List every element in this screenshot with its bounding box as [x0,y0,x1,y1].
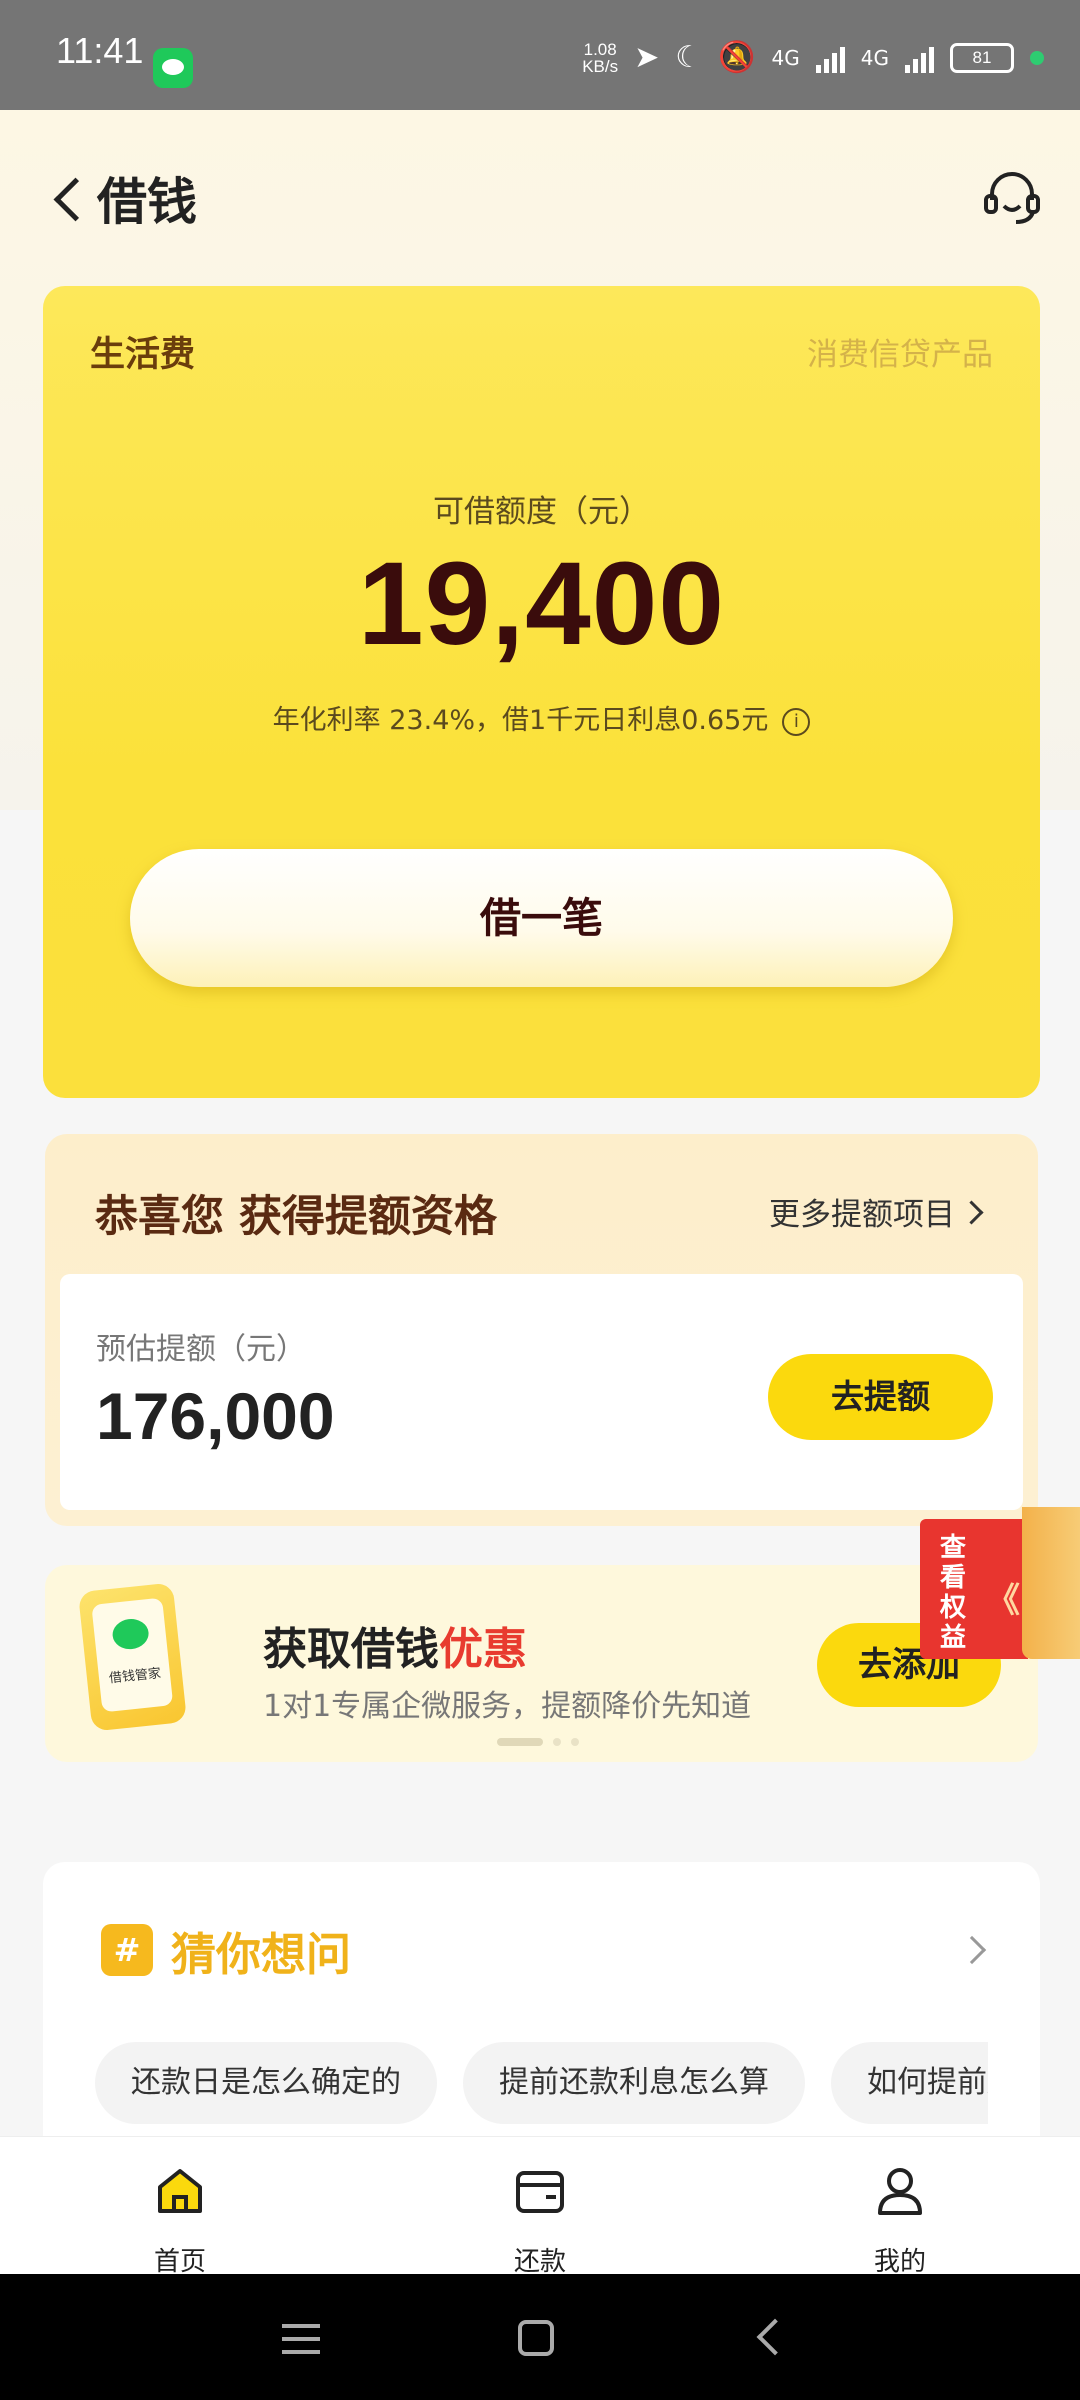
nav-label-repay: 还款 [513,2247,566,2277]
moon-icon: ☾ [675,40,703,75]
faq-title: 猜你想问 [171,1928,352,1981]
promo-banner[interactable]: 借钱管家 获取借钱优惠 1对1专属企微服务，提额降价先知道 去添加 [45,1565,1038,1762]
phone-illustration: 借钱管家 [77,1582,188,1732]
nav-label-home: 首页 [153,2247,206,2277]
status-time: 11:41 [56,30,144,71]
person-icon [878,2168,922,2215]
net-speed-unit: KB/s [582,56,619,76]
available-limit-amount: 19,400 [358,538,725,670]
system-navigation-bar [0,2274,1080,2400]
interest-rate-value: 年化利率 23.4%，借1千元日利息0.65元 [272,705,769,736]
nav-label-mine: 我的 [873,2247,926,2277]
system-back-icon[interactable] [756,2318,794,2356]
carousel-dot-active [497,1738,543,1746]
recent-apps-icon[interactable] [282,2324,320,2354]
bell-off-icon: 🔕 [718,40,756,75]
hashtag-icon: # [101,1924,153,1976]
raise-quota-button[interactable]: 去提额 [768,1354,993,1440]
privacy-dot [1030,50,1044,65]
page-header: 借钱 [0,110,1080,280]
promo-subtitle: 1对1专属企微服务，提额降价先知道 [263,1689,752,1724]
faq-chip[interactable]: 如何提前还款 [831,2042,988,2124]
quota-title: 恭喜您 获得提额资格 [95,1192,497,1242]
carousel-dot [553,1738,561,1746]
quota-increase-card: 恭喜您 获得提额资格 更多提额项目 预估提额（元） 176,000 去提额 [45,1134,1038,1526]
page-title: 借钱 [97,173,197,231]
ribbon-text: 查看权益 [940,1533,967,1653]
view-benefits-ribbon[interactable]: 查看权益 《 [920,1507,1080,1659]
carousel-indicator [497,1738,579,1746]
nav-item-home[interactable]: 首页 [80,2137,280,2277]
phone-label: 借钱管家 [108,1666,162,1687]
wallet-icon [516,2171,564,2213]
signal-2-label: 4G [860,45,889,70]
bottom-nav: 首页 还款 我的 [0,2136,1080,2277]
back-icon[interactable] [48,170,88,230]
faq-chip-list: 还款日是怎么确定的提前还款利息怎么算如何提前还款 [95,2042,988,2128]
promo-title-highlight: 优惠 [439,1624,527,1675]
signal-1-icon [815,43,845,73]
estimate-label: 预估提额（元） [96,1332,306,1367]
loan-card: 生活费 消费信贷产品 可借额度（元） 19,400 年化利率 23.4%，借1千… [43,286,1040,1098]
product-type: 消费信贷产品 [807,337,993,373]
faq-chip[interactable]: 还款日是怎么确定的 [95,2042,437,2124]
more-quota-link[interactable]: 更多提额项目 [769,1189,980,1234]
ribbon-tab [1022,1507,1080,1659]
chevron-right-icon[interactable] [957,1935,987,1965]
net-speed-value: 1.08 [583,39,617,59]
interest-rate-text: 年化利率 23.4%，借1千元日利息0.65元 i [43,698,1040,737]
loan-category: 生活费 [90,335,196,375]
customer-service-icon[interactable] [980,166,1044,230]
available-limit-label: 可借额度（元） [433,494,650,530]
faq-chip[interactable]: 提前还款利息怎么算 [463,2042,805,2124]
phone-screen: 借钱管家 [91,1597,174,1713]
double-chevron-left-icon: 《 [986,1581,1020,1621]
nav-item-repay[interactable]: 还款 [440,2137,640,2277]
signal-2-icon [905,43,934,73]
promo-title-main: 获取借钱 [263,1624,439,1675]
location-icon: ➤ [634,40,660,75]
borrow-button[interactable]: 借一笔 [130,849,953,987]
home-icon [158,2169,202,2213]
nav-item-mine[interactable]: 我的 [800,2137,1000,2277]
status-bar: 11:41 1.08 KB/s ➤ ☾ 🔕 4G 4G 81 [0,0,1080,110]
home-square-icon[interactable] [518,2320,554,2356]
net-speed: 1.08 KB/s [582,41,618,75]
wechat-icon [111,1617,151,1651]
status-icons: 1.08 KB/s ➤ ☾ 🔕 4G 4G 81 [582,40,1044,75]
wechat-notification-icon [153,48,193,88]
carousel-dot [571,1738,579,1746]
quota-estimate-panel: 预估提额（元） 176,000 去提额 [60,1274,1023,1510]
promo-title: 获取借钱优惠 [263,1613,527,1677]
estimate-amount: 176,000 [96,1379,335,1453]
signal-1-label: 4G [771,45,800,70]
info-icon[interactable]: i [782,707,811,736]
battery-icon: 81 [950,42,1014,73]
